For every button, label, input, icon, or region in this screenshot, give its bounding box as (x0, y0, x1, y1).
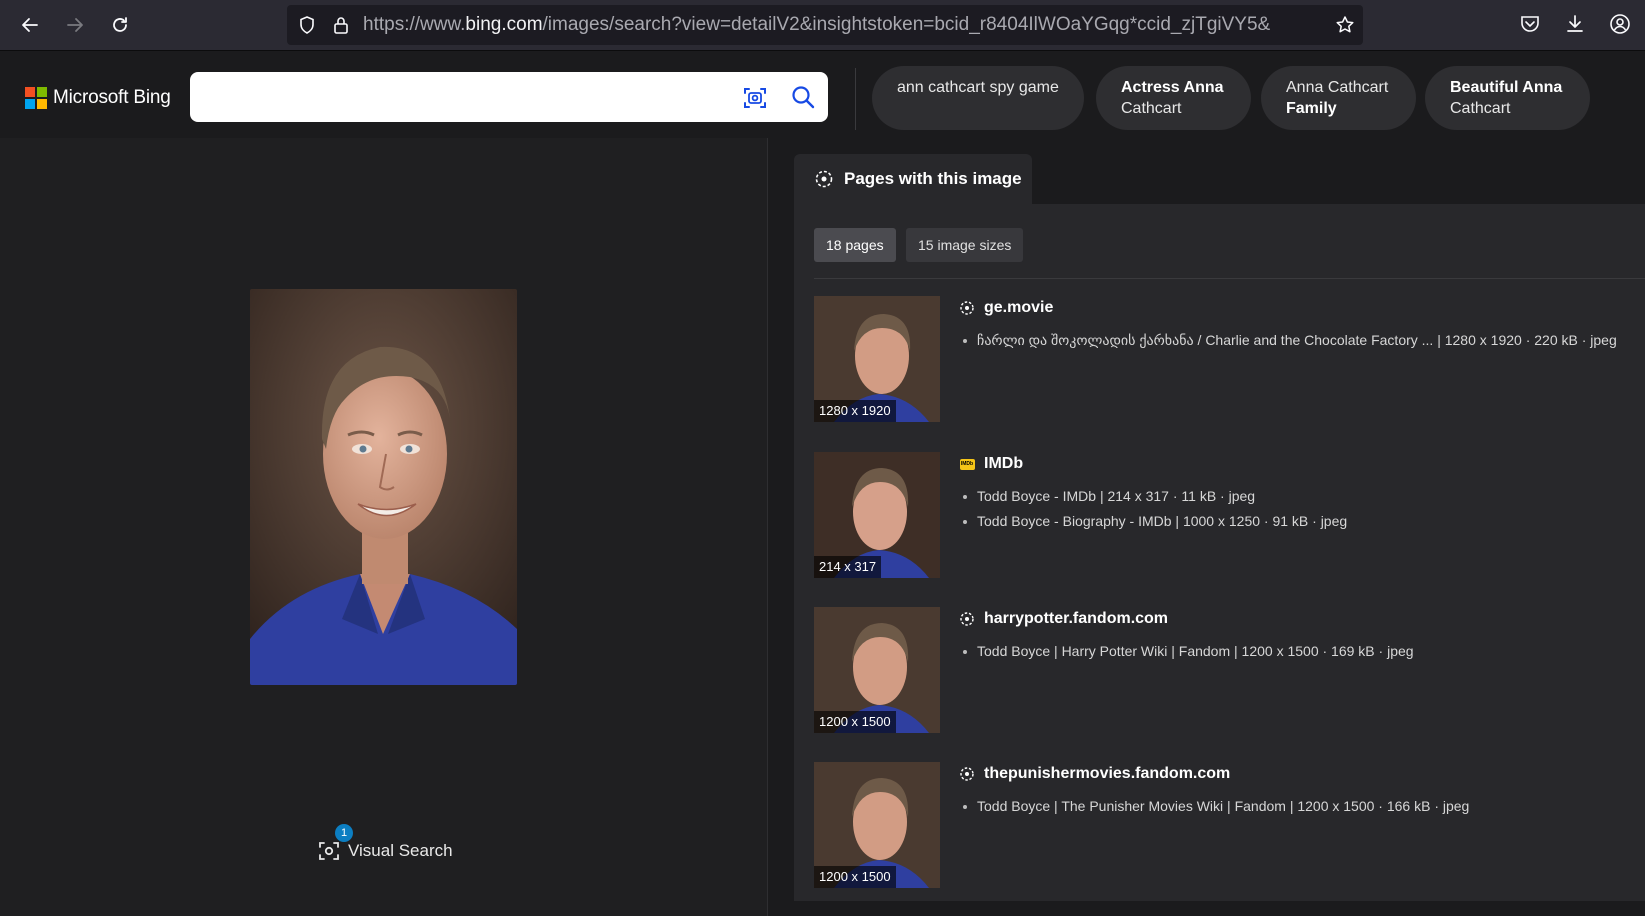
globe-icon (959, 300, 975, 316)
download-icon[interactable] (1564, 13, 1586, 35)
result-thumbnail[interactable]: 1200 x 1500 (814, 607, 940, 733)
search-icon[interactable] (790, 84, 816, 110)
filter-image-sizes-button[interactable]: 15 image sizes (906, 228, 1024, 262)
browser-toolbar: https://www.bing.com/images/search?view=… (0, 0, 1645, 51)
result-links: Todd Boyce | Harry Potter Wiki | Fandom … (959, 639, 1414, 664)
result-links: ჩარლი და შოკოლადის ქარხანა / Charlie and… (959, 328, 1617, 353)
globe-icon (815, 170, 833, 188)
image-preview-pane: 1 Visual Search (0, 138, 768, 916)
visual-search-camera-icon[interactable] (742, 85, 768, 111)
url-prefix: https://www. (363, 14, 466, 35)
account-icon[interactable] (1609, 13, 1631, 35)
search-box (190, 72, 828, 122)
address-bar[interactable]: https://www.bing.com/images/search?view=… (287, 5, 1363, 45)
header-divider (855, 68, 856, 130)
portrait-image (250, 289, 517, 685)
thumbnail-size-label: 214 x 317 (814, 556, 882, 578)
result-links: Todd Boyce | The Punisher Movies Wiki | … (959, 794, 1469, 819)
visual-search-badge: 1 (335, 824, 353, 842)
filter-pages-button[interactable]: 18 pages (814, 228, 896, 262)
pages-panel: 18 pages 15 image sizes 1280 x 1920 ge.m… (794, 204, 1645, 901)
url-path: /images/search?view=detailV2&insightstok… (542, 14, 1271, 35)
result-item[interactable]: 1200 x 1500 harrypotter.fandom.com Todd … (814, 607, 1644, 733)
pocket-icon[interactable] (1519, 13, 1541, 35)
result-item[interactable]: 1280 x 1920 ge.movie ჩარლი და შოკოლადის … (814, 296, 1644, 422)
visual-search-label: Visual Search (348, 841, 453, 860)
chip-text: ann cathcart spy game (897, 79, 1059, 96)
result-source[interactable]: thepunishermovies.fandom.com (959, 765, 1230, 783)
arrow-left-icon (22, 18, 38, 32)
chip-text: Anna Cathcart (1286, 79, 1389, 96)
chip-bold-text: Beautiful Anna (1450, 79, 1563, 96)
result-source-name: harrypotter.fandom.com (984, 610, 1169, 627)
related-chip-2[interactable]: Actress Anna Cathcart (1096, 66, 1251, 130)
globe-icon (959, 766, 975, 782)
result-links: Todd Boyce - IMDb | 214 x 317 · 11 kB · … (959, 484, 1347, 534)
bing-header: Microsoft Bing ann cathcart spy game Act… (0, 52, 1645, 138)
visual-search-button[interactable]: 1 Visual Search (318, 824, 453, 862)
result-source[interactable]: IMDb IMDb (959, 455, 1023, 473)
arrow-right-icon (67, 18, 83, 32)
result-item[interactable]: 1200 x 1500 thepunishermovies.fandom.com… (814, 762, 1644, 888)
reload-icon (113, 17, 127, 32)
related-chip-1[interactable]: ann cathcart spy game (872, 66, 1084, 130)
back-button[interactable] (15, 10, 45, 40)
result-source[interactable]: harrypotter.fandom.com (959, 610, 1168, 628)
result-link[interactable]: Todd Boyce | The Punisher Movies Wiki | … (959, 794, 1469, 819)
related-chip-3[interactable]: Anna Cathcart Family (1261, 66, 1416, 130)
search-input[interactable] (204, 82, 724, 112)
result-source-name: ge.movie (984, 299, 1054, 316)
reload-button[interactable] (105, 10, 135, 40)
chip-text: Cathcart (1121, 100, 1182, 117)
main-preview-image[interactable] (250, 289, 517, 685)
result-link[interactable]: Todd Boyce - Biography - IMDb | 1000 x 1… (959, 509, 1347, 534)
chip-bold-text: Actress Anna (1121, 79, 1224, 96)
related-chip-4[interactable]: Beautiful Anna Cathcart (1425, 66, 1590, 130)
chip-text: Cathcart (1450, 100, 1511, 117)
url-host: bing.com (465, 14, 543, 35)
result-thumbnail[interactable]: 1200 x 1500 (814, 762, 940, 888)
imdb-icon: IMDb (959, 456, 975, 472)
forward-button[interactable] (60, 10, 90, 40)
result-source-name: thepunishermovies.fandom.com (984, 765, 1231, 782)
bing-logo[interactable]: Microsoft Bing (25, 87, 171, 109)
bookmark-star-icon[interactable] (1335, 15, 1355, 35)
insights-pane: Pages with this image 18 pages 15 image … (770, 138, 1645, 916)
microsoft-logo-icon (25, 87, 47, 109)
result-thumbnail[interactable]: 214 x 317 (814, 452, 940, 578)
chip-bold-text: Family (1286, 100, 1337, 117)
result-source-name: IMDb (984, 455, 1024, 472)
result-source[interactable]: ge.movie (959, 299, 1053, 317)
result-link[interactable]: Todd Boyce - IMDb | 214 x 317 · 11 kB · … (959, 484, 1347, 509)
tab-pages-with-this-image[interactable]: Pages with this image (794, 154, 1032, 204)
thumbnail-size-label: 1280 x 1920 (814, 400, 896, 422)
visual-search-icon (319, 842, 339, 860)
panel-divider (814, 278, 1645, 279)
url-text[interactable]: https://www.bing.com/images/search?view=… (363, 5, 1313, 45)
thumbnail-size-label: 1200 x 1500 (814, 866, 896, 888)
thumbnail-size-label: 1200 x 1500 (814, 711, 896, 733)
result-item[interactable]: 214 x 317 IMDb IMDb Todd Boyce - IMDb | … (814, 452, 1644, 578)
lock-icon[interactable] (331, 15, 351, 35)
result-thumbnail[interactable]: 1280 x 1920 (814, 296, 940, 422)
result-link[interactable]: ჩარლი და შოკოლადის ქარხანა / Charlie and… (959, 328, 1617, 353)
result-link[interactable]: Todd Boyce | Harry Potter Wiki | Fandom … (959, 639, 1414, 664)
globe-icon (959, 611, 975, 627)
tab-label: Pages with this image (844, 169, 1022, 188)
shield-icon[interactable] (297, 15, 317, 35)
logo-text: Microsoft Bing (53, 87, 171, 108)
